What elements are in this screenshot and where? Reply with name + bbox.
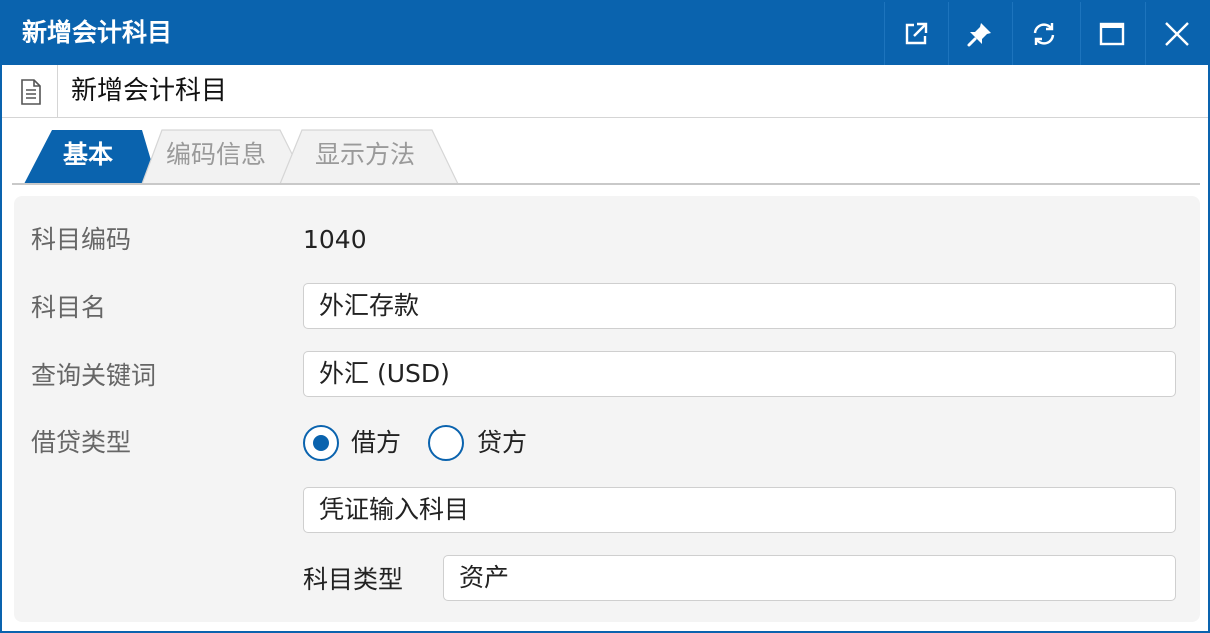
tab-underline [12,183,1200,185]
account-name-label: 科目名 [31,293,107,322]
voucher-entry-account-field[interactable]: 凭证输入科目 [303,487,1176,533]
maximize-icon [1099,22,1125,45]
account-type-label: 科目类型 [303,565,404,594]
credit-radio[interactable] [428,425,464,461]
header-divider [57,65,58,118]
tab-bar: 基本 编码信息 显示方法 [2,118,1208,188]
external-link-icon [905,22,928,44]
pin-icon [967,22,991,46]
debit-radio[interactable] [303,425,339,461]
external-link-button[interactable] [884,2,947,65]
pin-button[interactable] [948,2,1011,65]
account-name-input[interactable]: 外汇存款 [303,283,1176,329]
form-panel: 科目编码 1040 科目名 外汇存款 查询关键词 外汇 (USD) 借贷类型 借… [14,196,1200,622]
maximize-button[interactable] [1080,2,1143,65]
balance-type-label: 借贷类型 [31,428,132,457]
debit-radio-label[interactable]: 借方 [351,426,401,460]
refresh-icon [1033,22,1055,45]
title-bar[interactable]: 新增会计科目 [2,2,1208,65]
tab-basic[interactable]: 基本 [63,138,113,172]
account-code-value: 1040 [303,225,367,254]
account-code-label: 科目编码 [31,225,132,254]
tab-display-method[interactable]: 显示方法 [315,138,415,172]
window-title: 新增会计科目 [22,18,173,47]
tab-coding-info[interactable]: 编码信息 [166,138,266,172]
form-header: 新增会计科目 [2,65,1208,118]
close-button[interactable] [1145,2,1208,65]
document-icon [21,79,41,105]
close-icon [1165,21,1189,46]
search-keyword-label: 查询关键词 [31,361,157,390]
refresh-button[interactable] [1012,2,1075,65]
search-keyword-input[interactable]: 外汇 (USD) [303,351,1176,397]
credit-radio-label[interactable]: 贷方 [477,426,527,460]
account-type-input[interactable]: 资产 [443,555,1176,601]
form-title: 新增会计科目 [71,76,228,106]
dialog-window: 新增会计科目 新增会计科目 基本 编码信息 显示方法 科目编码 1040 科目名… [0,0,1210,633]
